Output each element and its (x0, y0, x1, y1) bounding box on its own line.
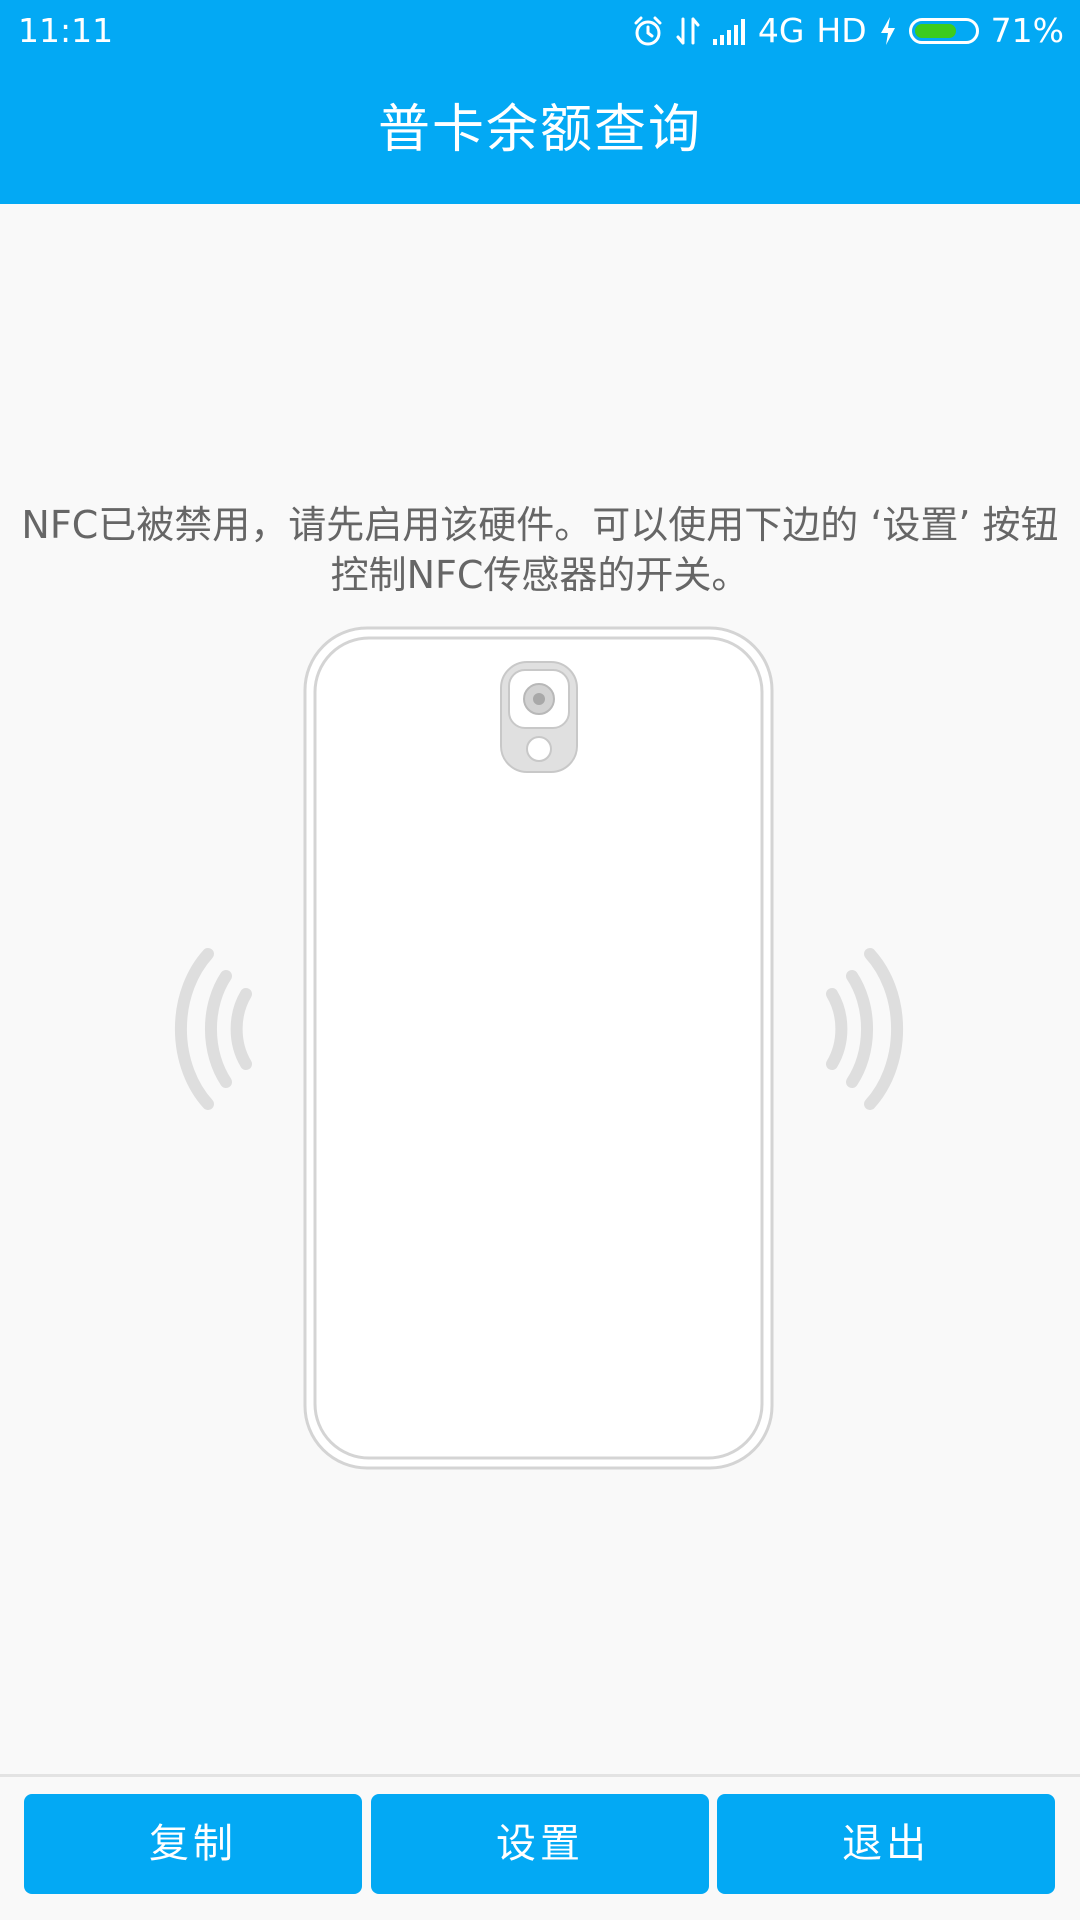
signal-icon (712, 17, 746, 45)
nfc-wave-right-icon (826, 948, 904, 1110)
data-transfer-icon (676, 15, 700, 47)
battery-icon (908, 18, 979, 44)
network-type: 4G (757, 11, 805, 50)
bottom-divider (0, 1774, 1080, 1777)
status-bar: 11:11 4G HD 71% (0, 0, 1080, 62)
battery-level (914, 24, 956, 38)
hd-indicator: HD (816, 11, 867, 50)
charging-icon (879, 16, 897, 46)
alarm-icon (632, 15, 664, 47)
app-bar: 普卡余额查询 (0, 62, 1080, 204)
status-time: 11:11 (18, 11, 114, 50)
page-title: 普卡余额查询 (377, 100, 702, 160)
nfc-illustration (0, 600, 1080, 1500)
camera-icon (500, 661, 578, 773)
copy-button[interactable]: 复制 (24, 1794, 362, 1894)
nfc-wave-left-icon (174, 948, 252, 1110)
settings-button[interactable]: 设置 (371, 1794, 709, 1894)
status-icons: 4G HD 71% (620, 10, 1064, 52)
exit-button[interactable]: 退出 (717, 1794, 1055, 1894)
battery-percent: 71% (990, 11, 1064, 50)
nfc-disabled-message: NFC已被禁用，请先启用该硬件。可以使用下边的 ‘设置’ 按钮控制NFC传感器的… (21, 503, 1059, 597)
